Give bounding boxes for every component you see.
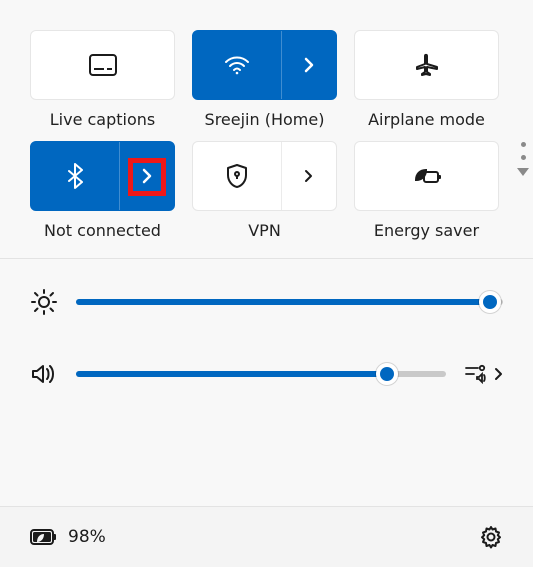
brightness-thumb[interactable] xyxy=(479,291,501,313)
dot-icon xyxy=(521,142,526,147)
battery-status[interactable]: 98% xyxy=(30,527,106,547)
speaker-icon xyxy=(30,363,58,385)
tile-vpn[interactable] xyxy=(192,141,337,211)
tile-vpn-expand[interactable] xyxy=(282,168,336,184)
tile-airplane-wrap: Airplane mode xyxy=(354,30,499,129)
wifi-icon xyxy=(224,55,250,75)
shield-lock-icon xyxy=(226,163,248,189)
volume-slider[interactable] xyxy=(76,371,446,377)
gear-icon xyxy=(479,525,503,549)
tile-bluetooth-label: Not connected xyxy=(44,221,161,240)
volume-row xyxy=(30,363,503,385)
tile-live-captions-wrap: Live captions xyxy=(30,30,175,129)
volume-output-group xyxy=(464,364,503,384)
settings-button[interactable] xyxy=(479,525,503,549)
tile-energy-label: Energy saver xyxy=(374,221,479,240)
tile-wifi-expand[interactable] xyxy=(282,55,336,75)
tile-bluetooth-wrap: Not connected xyxy=(30,141,175,240)
captions-icon xyxy=(89,54,117,76)
quick-tiles-grid: Live captions xyxy=(0,0,533,258)
quick-settings-panel: Live captions xyxy=(0,0,533,567)
panel-edge-indicator xyxy=(517,142,529,176)
battery-percent-text: 98% xyxy=(68,527,106,547)
chevron-right-icon[interactable] xyxy=(494,367,503,381)
chevron-right-icon xyxy=(141,166,153,186)
leaf-battery-icon xyxy=(412,166,442,186)
tile-airplane-label: Airplane mode xyxy=(368,110,485,129)
chevron-right-icon xyxy=(304,168,314,184)
tile-bluetooth-toggle[interactable] xyxy=(31,142,120,210)
brightness-row xyxy=(30,289,503,315)
bottom-bar: 98% xyxy=(0,506,533,567)
brightness-icon xyxy=(30,289,58,315)
tile-vpn-label: VPN xyxy=(248,221,281,240)
tile-wifi[interactable] xyxy=(192,30,337,100)
tile-wifi-toggle[interactable] xyxy=(193,31,282,99)
brightness-slider[interactable] xyxy=(76,299,503,305)
battery-icon xyxy=(30,528,58,546)
audio-output-icon[interactable] xyxy=(464,364,488,384)
tile-bluetooth[interactable] xyxy=(30,141,175,211)
tile-live-captions[interactable] xyxy=(30,30,175,100)
tile-vpn-wrap: VPN xyxy=(192,141,337,240)
airplane-icon xyxy=(414,53,440,77)
tile-vpn-toggle[interactable] xyxy=(193,142,282,210)
tile-wifi-wrap: Sreejin (Home) xyxy=(192,30,337,129)
brightness-fill xyxy=(76,299,490,305)
volume-fill xyxy=(76,371,387,377)
tile-energy[interactable] xyxy=(354,141,499,211)
tile-energy-wrap: Energy saver xyxy=(354,141,499,240)
dot-icon xyxy=(521,155,526,160)
tile-live-captions-label: Live captions xyxy=(50,110,156,129)
volume-thumb[interactable] xyxy=(376,363,398,385)
tile-airplane[interactable] xyxy=(354,30,499,100)
tile-bluetooth-expand[interactable] xyxy=(120,166,174,186)
sliders-section xyxy=(0,259,533,407)
tile-wifi-label: Sreejin (Home) xyxy=(205,110,325,129)
caret-down-icon xyxy=(517,168,529,176)
bluetooth-icon xyxy=(67,163,83,189)
chevron-right-icon xyxy=(303,55,315,75)
